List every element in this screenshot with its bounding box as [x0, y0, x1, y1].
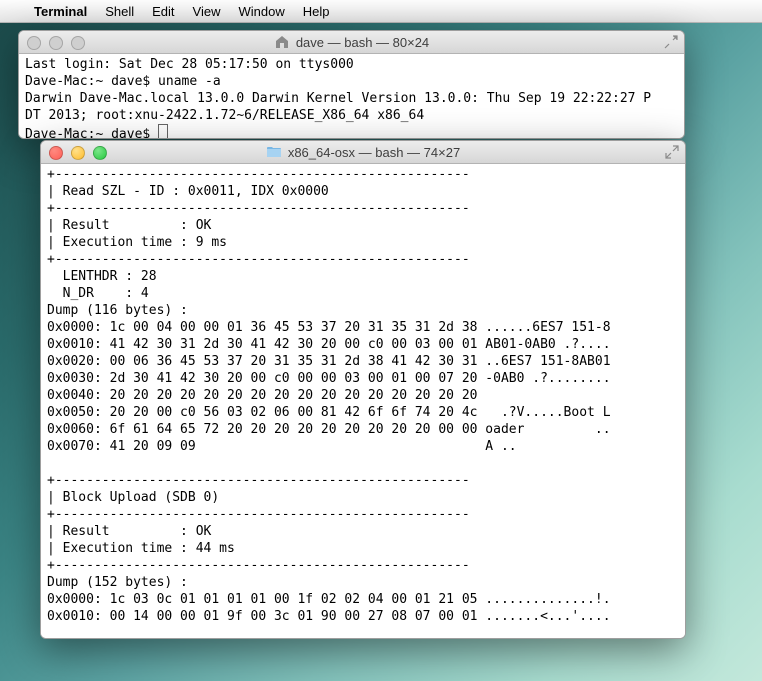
- close-button[interactable]: [27, 36, 41, 50]
- menu-shell[interactable]: Shell: [105, 4, 134, 19]
- minimize-button[interactable]: [49, 36, 63, 50]
- cursor: [158, 124, 168, 139]
- term-line: 0x0010: 41 42 30 31 2d 30 41 42 30 20 00…: [47, 337, 611, 352]
- term-line: | Block Upload (SDB 0): [47, 490, 219, 505]
- term-line: 0x0050: 20 20 00 c0 56 03 02 06 00 81 42…: [47, 405, 611, 420]
- term-line: +---------------------------------------…: [47, 473, 470, 488]
- term-line: Dump (116 bytes) :: [47, 303, 188, 318]
- minimize-button[interactable]: [71, 146, 85, 160]
- term-line: 0x0070: 41 20 09 09 A ..: [47, 439, 517, 454]
- term-line: +---------------------------------------…: [47, 201, 470, 216]
- term-line: | Result : OK: [47, 218, 211, 233]
- term-line: | Execution time : 44 ms: [47, 541, 235, 556]
- menu-view[interactable]: View: [193, 4, 221, 19]
- close-button[interactable]: [49, 146, 63, 160]
- term-line: 0x0040: 20 20 20 20 20 20 20 20 20 20 20…: [47, 388, 477, 403]
- term-line: | Execution time : 9 ms: [47, 235, 227, 250]
- term-line: | Result : OK: [47, 524, 211, 539]
- menu-help[interactable]: Help: [303, 4, 330, 19]
- window-title: x86_64-osx — bash — 74×27: [288, 145, 460, 160]
- term-line: | Read SZL - ID : 0x0011, IDX 0x0000: [47, 184, 329, 199]
- titlebar[interactable]: x86_64-osx — bash — 74×27: [41, 141, 685, 164]
- folder-icon: [266, 144, 282, 160]
- traffic-lights: [27, 36, 85, 50]
- fullscreen-icon[interactable]: [665, 145, 679, 159]
- term-line: Dave-Mac:~ dave$ uname -a: [25, 74, 221, 89]
- menu-app-name[interactable]: Terminal: [34, 4, 87, 19]
- terminal-output[interactable]: Last login: Sat Dec 28 05:17:50 on ttys0…: [19, 54, 684, 138]
- titlebar[interactable]: dave — bash — 80×24: [19, 31, 684, 54]
- fullscreen-icon[interactable]: [664, 35, 678, 49]
- term-line: Dump (152 bytes) :: [47, 575, 188, 590]
- term-line: +---------------------------------------…: [47, 507, 470, 522]
- term-line: N_DR : 4: [47, 286, 149, 301]
- term-line: Last login: Sat Dec 28 05:17:50 on ttys0…: [25, 57, 354, 72]
- term-line: +---------------------------------------…: [47, 558, 470, 573]
- term-line: 0x0020: 00 06 36 45 53 37 20 31 35 31 2d…: [47, 354, 611, 369]
- term-line: LENTHDR : 28: [47, 269, 157, 284]
- term-line: 0x0030: 2d 30 41 42 30 20 00 c0 00 00 03…: [47, 371, 611, 386]
- menu-window[interactable]: Window: [239, 4, 285, 19]
- menu-edit[interactable]: Edit: [152, 4, 174, 19]
- menu-bar: Terminal Shell Edit View Window Help: [0, 0, 762, 23]
- term-line: 0x0060: 6f 61 64 65 72 20 20 20 20 20 20…: [47, 422, 611, 437]
- term-line: Darwin Dave-Mac.local 13.0.0 Darwin Kern…: [25, 91, 651, 106]
- terminal-window-foreground[interactable]: x86_64-osx — bash — 74×27 +-------------…: [40, 140, 686, 639]
- window-title: dave — bash — 80×24: [296, 35, 429, 50]
- terminal-output[interactable]: +---------------------------------------…: [41, 164, 685, 638]
- terminal-window-background[interactable]: dave — bash — 80×24 Last login: Sat Dec …: [18, 30, 685, 139]
- zoom-button[interactable]: [93, 146, 107, 160]
- home-icon: [274, 34, 290, 50]
- term-line: +---------------------------------------…: [47, 167, 470, 182]
- term-line: +---------------------------------------…: [47, 252, 470, 267]
- term-line: Dave-Mac:~ dave$: [25, 127, 158, 139]
- term-line: 0x0010: 00 14 00 00 01 9f 00 3c 01 90 00…: [47, 609, 611, 624]
- zoom-button[interactable]: [71, 36, 85, 50]
- term-line: DT 2013; root:xnu-2422.1.72~6/RELEASE_X8…: [25, 108, 424, 123]
- traffic-lights: [49, 146, 107, 160]
- term-line: 0x0000: 1c 00 04 00 00 01 36 45 53 37 20…: [47, 320, 611, 335]
- term-line: 0x0000: 1c 03 0c 01 01 01 01 00 1f 02 02…: [47, 592, 611, 607]
